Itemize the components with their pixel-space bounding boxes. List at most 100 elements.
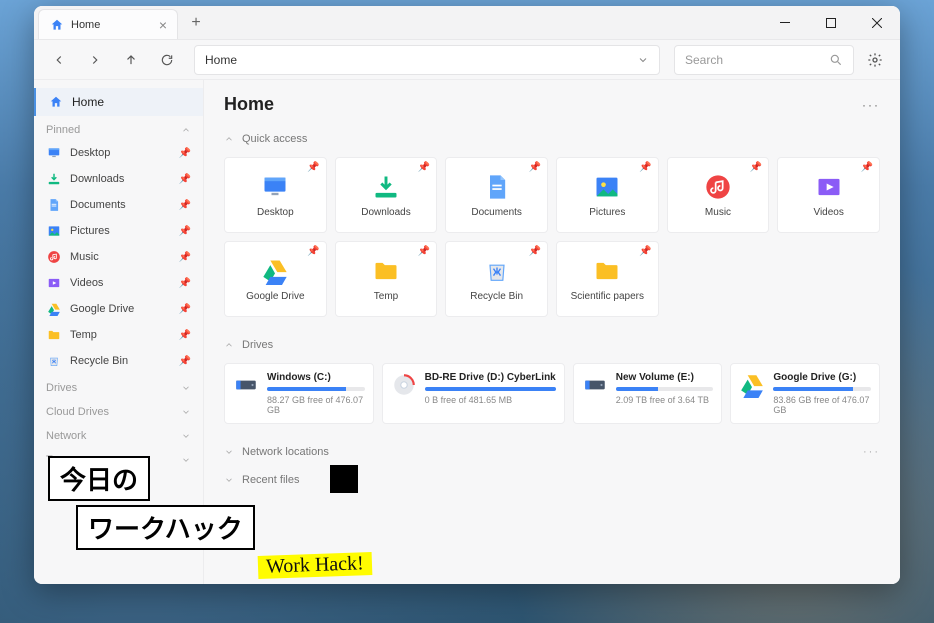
address-bar[interactable]: Home	[194, 45, 660, 75]
chevron-down-icon	[224, 475, 234, 485]
quick-access-google-drive[interactable]: 📌 Google Drive	[224, 241, 327, 317]
search-input[interactable]: Search	[674, 45, 854, 75]
recycle-icon	[46, 353, 62, 369]
drive-free-text: 83.86 GB free of 476.07 GB	[773, 395, 871, 415]
folder-icon	[46, 327, 62, 343]
desktop-icon	[261, 173, 289, 201]
disc-icon	[391, 372, 417, 398]
address-text: Home	[205, 53, 237, 67]
quick-access-temp[interactable]: 📌 Temp	[335, 241, 438, 317]
group-drives[interactable]: Drives	[204, 331, 900, 359]
usage-bar	[425, 387, 556, 391]
sidebar-section-network[interactable]: Network	[34, 422, 203, 446]
gdrive-icon	[739, 372, 765, 398]
group-network-locations[interactable]: Network locations ···	[204, 438, 900, 466]
group-quick-access[interactable]: Quick access	[204, 125, 900, 153]
search-placeholder: Search	[685, 53, 723, 67]
chevron-up-icon	[224, 134, 234, 144]
pin-icon: 📌	[179, 148, 191, 159]
drive-bd-re-drive-d-cyberlink[interactable]: BD-RE Drive (D:) CyberLink 0 B free of 4…	[382, 363, 565, 424]
quick-access-recycle-bin[interactable]: 📌 Recycle Bin	[445, 241, 548, 317]
group-label: Network locations	[242, 446, 329, 458]
home-icon	[48, 94, 64, 110]
back-button[interactable]	[44, 45, 74, 75]
quick-access-scientific-papers[interactable]: 📌 Scientific papers	[556, 241, 659, 317]
section-label: Network	[46, 430, 86, 442]
minimize-button[interactable]	[762, 6, 808, 40]
section-label: Drives	[46, 382, 77, 394]
tab-label: Home	[71, 19, 100, 31]
up-button[interactable]	[116, 45, 146, 75]
chevron-down-icon	[224, 447, 234, 457]
pin-icon: 📌	[307, 246, 319, 257]
more-actions-button[interactable]: ···	[862, 98, 880, 112]
chevron-down-icon	[181, 407, 191, 417]
chevron-up-icon	[181, 125, 191, 135]
pin-icon: 📌	[179, 200, 191, 211]
ssd-icon	[233, 372, 259, 398]
card-label: Downloads	[361, 207, 410, 218]
sidebar-item-label: Pictures	[70, 225, 110, 237]
quick-access-desktop[interactable]: 📌 Desktop	[224, 157, 327, 233]
drive-google-drive-g-[interactable]: Google Drive (G:) 83.86 GB free of 476.0…	[730, 363, 880, 424]
sidebar-item-label: Documents	[70, 199, 126, 211]
sidebar-home[interactable]: Home	[34, 88, 203, 116]
music-icon	[46, 249, 62, 265]
chevron-down-icon	[637, 54, 649, 66]
quick-access-music[interactable]: 📌 Music	[667, 157, 770, 233]
drive-windows-c-[interactable]: Windows (C:) 88.27 GB free of 476.07 GB	[224, 363, 374, 424]
pin-icon: 📌	[639, 246, 651, 257]
settings-button[interactable]	[860, 45, 890, 75]
pin-icon: 📌	[307, 162, 319, 173]
pin-icon: 📌	[750, 162, 762, 173]
sidebar-item-documents[interactable]: Documents 📌	[34, 192, 203, 218]
document-icon	[483, 173, 511, 201]
sidebar-item-pictures[interactable]: Pictures 📌	[34, 218, 203, 244]
sidebar-item-videos[interactable]: Videos 📌	[34, 270, 203, 296]
card-label: Documents	[471, 207, 522, 218]
sidebar-item-recycle-bin[interactable]: Recycle Bin 📌	[34, 348, 203, 374]
drive-free-text: 88.27 GB free of 476.07 GB	[267, 395, 365, 415]
desktop-icon	[46, 145, 62, 161]
card-label: Temp	[374, 291, 398, 302]
refresh-button[interactable]	[152, 45, 182, 75]
drive-name: BD-RE Drive (D:) CyberLink	[425, 372, 556, 383]
maximize-button[interactable]	[808, 6, 854, 40]
window-controls	[762, 6, 900, 39]
pin-icon: 📌	[179, 226, 191, 237]
sidebar-section-cloud-drives[interactable]: Cloud Drives	[34, 398, 203, 422]
quick-access-videos[interactable]: 📌 Videos	[777, 157, 880, 233]
sidebar-item-music[interactable]: Music 📌	[34, 244, 203, 270]
sidebar-home-label: Home	[72, 95, 104, 109]
sidebar-item-label: Temp	[70, 329, 97, 341]
quick-access-documents[interactable]: 📌 Documents	[445, 157, 548, 233]
drive-name: Google Drive (G:)	[773, 372, 871, 383]
forward-button[interactable]	[80, 45, 110, 75]
chevron-down-icon	[181, 431, 191, 441]
main-content: Home ··· Quick access 📌 Desktop📌 Downloa…	[204, 80, 900, 584]
sidebar-item-desktop[interactable]: Desktop 📌	[34, 140, 203, 166]
sidebar-item-downloads[interactable]: Downloads 📌	[34, 166, 203, 192]
new-tab-button[interactable]: +	[182, 9, 210, 37]
gdrive-icon	[46, 301, 62, 317]
tab-close-button[interactable]: ×	[159, 17, 167, 33]
sidebar-item-temp[interactable]: Temp 📌	[34, 322, 203, 348]
tab-home[interactable]: Home ×	[38, 9, 178, 39]
close-window-button[interactable]	[854, 6, 900, 40]
chevron-up-icon	[224, 340, 234, 350]
more-button[interactable]: ···	[863, 446, 880, 458]
sidebar-section-pinned[interactable]: Pinned	[34, 116, 203, 140]
sidebar-item-google-drive[interactable]: Google Drive 📌	[34, 296, 203, 322]
folder-icon	[372, 257, 400, 285]
group-recent-files[interactable]: Recent files	[204, 466, 900, 494]
card-label: Pictures	[589, 207, 625, 218]
quick-access-downloads[interactable]: 📌 Downloads	[335, 157, 438, 233]
download-icon	[372, 173, 400, 201]
pin-icon: 📌	[418, 246, 430, 257]
drive-new-volume-e-[interactable]: New Volume (E:) 2.09 TB free of 3.64 TB	[573, 363, 723, 424]
quick-access-pictures[interactable]: 📌 Pictures	[556, 157, 659, 233]
sidebar-section-tags[interactable]: Tags	[34, 446, 203, 470]
sidebar-section-drives[interactable]: Drives	[34, 374, 203, 398]
card-label: Videos	[813, 207, 843, 218]
usage-bar	[267, 387, 365, 391]
